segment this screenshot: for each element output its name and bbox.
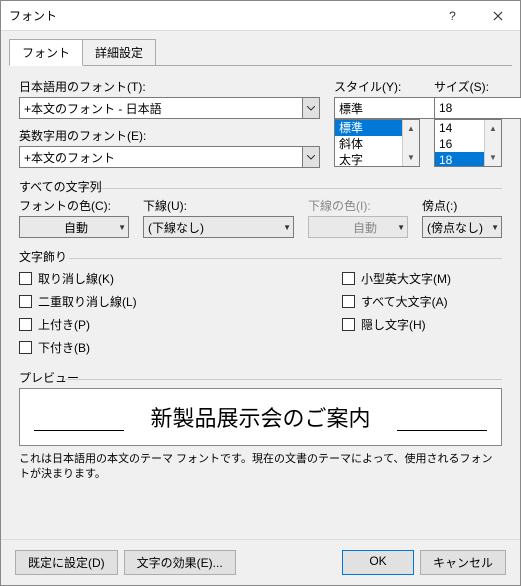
help-button[interactable]: ? bbox=[430, 1, 475, 31]
underline-select[interactable]: (下線なし) ▼ bbox=[143, 216, 294, 238]
jp-font-value: +本文のフォント - 日本語 bbox=[19, 97, 302, 119]
hidden-checkbox[interactable]: 隠し文字(H) bbox=[342, 316, 502, 333]
scrollbar[interactable]: ▲ ▼ bbox=[402, 120, 419, 166]
emphasis-label: 傍点(:) bbox=[422, 197, 502, 214]
checkbox-icon bbox=[342, 295, 355, 308]
divider bbox=[69, 258, 502, 259]
close-button[interactable] bbox=[475, 1, 520, 31]
strike-checkbox[interactable]: 取り消し線(K) bbox=[19, 270, 342, 287]
color-swatch bbox=[24, 220, 60, 234]
color-swatch bbox=[313, 220, 349, 234]
emphasis-value: (傍点なし) bbox=[427, 219, 483, 236]
superscript-checkbox[interactable]: 上付き(P) bbox=[19, 316, 342, 333]
deco-title: 文字飾り bbox=[19, 248, 502, 265]
emphasis-select[interactable]: (傍点なし) ▼ bbox=[422, 216, 502, 238]
chevron-down-icon: ▼ bbox=[118, 223, 126, 232]
jp-font-combo[interactable]: +本文のフォント - 日本語 bbox=[19, 97, 320, 119]
style-input[interactable] bbox=[334, 97, 420, 119]
chevron-down-icon: ▼ bbox=[283, 223, 291, 232]
divider bbox=[89, 188, 502, 189]
tab-underline bbox=[9, 65, 512, 66]
scroll-down-icon[interactable]: ▼ bbox=[403, 149, 419, 166]
subscript-checkbox[interactable]: 下付き(B) bbox=[19, 339, 342, 356]
scrollbar[interactable]: ▲ ▼ bbox=[484, 120, 501, 166]
fontcolor-select[interactable]: 自動 ▼ bbox=[19, 216, 129, 238]
checkbox-icon bbox=[19, 341, 32, 354]
preview-box: 新製品展示会のご案内 bbox=[19, 388, 502, 446]
tab-strip: フォント 詳細設定 bbox=[1, 31, 520, 66]
dstrike-checkbox[interactable]: 二重取り消し線(L) bbox=[19, 293, 342, 310]
chevron-down-icon: ▼ bbox=[397, 223, 405, 232]
window-title: フォント bbox=[9, 7, 430, 24]
ulcolor-value: 自動 bbox=[353, 219, 377, 236]
divider bbox=[65, 379, 502, 380]
checkbox-icon bbox=[19, 295, 32, 308]
titlebar: フォント ? bbox=[1, 1, 520, 31]
ulcolor-label: 下線の色(I): bbox=[308, 197, 408, 214]
allcaps-checkbox[interactable]: すべて大文字(A) bbox=[342, 293, 502, 310]
en-font-label: 英数字用のフォント(E): bbox=[19, 127, 320, 144]
chevron-down-icon[interactable] bbox=[302, 97, 320, 119]
scroll-down-icon[interactable]: ▼ bbox=[485, 149, 501, 166]
text-effects-button[interactable]: 文字の効果(E)... bbox=[124, 550, 236, 575]
font-dialog: フォント ? フォント 詳細設定 日本語用のフォント(T): +本文のフォント … bbox=[0, 0, 521, 586]
size-listbox[interactable]: 14 16 18 ▲ ▼ bbox=[434, 119, 502, 167]
dialog-footer: 既定に設定(D) 文字の効果(E)... OK キャンセル bbox=[1, 539, 520, 585]
chevron-down-icon: ▼ bbox=[491, 223, 499, 232]
checkbox-icon bbox=[342, 318, 355, 331]
ulcolor-select: 自動 ▼ bbox=[308, 216, 408, 238]
underline-value: (下線なし) bbox=[148, 219, 204, 236]
preview-underline bbox=[397, 430, 487, 431]
en-font-value: +本文のフォント bbox=[19, 146, 302, 168]
close-icon bbox=[493, 11, 503, 21]
fontcolor-label: フォントの色(C): bbox=[19, 197, 129, 214]
smallcaps-checkbox[interactable]: 小型英大文字(M) bbox=[342, 270, 502, 287]
preview-title: プレビュー bbox=[19, 369, 502, 386]
size-label: サイズ(S): bbox=[434, 78, 502, 95]
preview-text: 新製品展示会のご案内 bbox=[150, 401, 370, 433]
preview-hint: これは日本語用の本文のテーマ フォントです。現在の文書のテーマによって、使用され… bbox=[19, 452, 502, 483]
checkbox-icon bbox=[19, 272, 32, 285]
checkbox-icon bbox=[342, 272, 355, 285]
style-label: スタイル(Y): bbox=[334, 78, 420, 95]
jp-font-label: 日本語用のフォント(T): bbox=[19, 78, 320, 95]
spacer bbox=[242, 550, 336, 575]
set-default-button[interactable]: 既定に設定(D) bbox=[15, 550, 118, 575]
scroll-up-icon[interactable]: ▲ bbox=[485, 120, 501, 137]
size-input[interactable] bbox=[434, 97, 502, 119]
scroll-up-icon[interactable]: ▲ bbox=[403, 120, 419, 137]
underline-label: 下線(U): bbox=[143, 197, 294, 214]
chevron-down-icon[interactable] bbox=[302, 146, 320, 168]
style-listbox[interactable]: 標準 斜体 太字 ▲ ▼ bbox=[334, 119, 420, 167]
dialog-body: 日本語用のフォント(T): +本文のフォント - 日本語 英数字用のフォント(E… bbox=[1, 66, 520, 539]
ok-button[interactable]: OK bbox=[342, 550, 414, 575]
checkbox-icon bbox=[19, 318, 32, 331]
en-font-combo[interactable]: +本文のフォント bbox=[19, 146, 320, 168]
fontcolor-value: 自動 bbox=[64, 219, 88, 236]
cancel-button[interactable]: キャンセル bbox=[420, 550, 506, 575]
tab-font[interactable]: フォント bbox=[9, 39, 83, 66]
allchars-title: すべての文字列 bbox=[19, 178, 502, 195]
size-field[interactable] bbox=[434, 97, 521, 119]
preview-underline bbox=[34, 430, 124, 431]
tab-advanced[interactable]: 詳細設定 bbox=[82, 39, 156, 66]
